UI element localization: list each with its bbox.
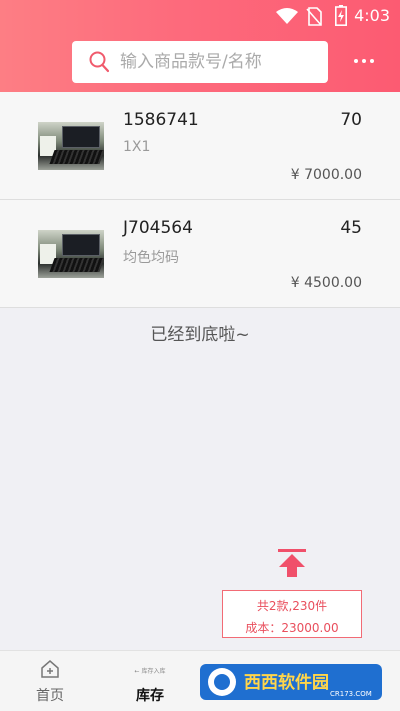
tab-inventory[interactable]: ← 库存入库 库存 — [100, 651, 200, 711]
inventory-summary-box: 共2款,230件 成本：23000.00 — [222, 590, 362, 638]
more-options-icon[interactable] — [350, 56, 378, 66]
product-price: ¥ 4500.00 — [290, 275, 362, 291]
status-time: 4:03 — [354, 6, 390, 25]
search-input[interactable] — [120, 50, 320, 74]
list-item[interactable]: 1586741 70 1X1 ¥ 7000.00 — [0, 92, 400, 200]
product-code: J704564 — [123, 218, 193, 238]
summary-count: 共2款,230件 — [256, 599, 328, 613]
no-sim-icon — [306, 7, 322, 30]
summary-cost: 成本：23000.00 — [245, 621, 339, 635]
home-icon — [40, 659, 60, 683]
tab-home-label: 首页 — [36, 688, 64, 704]
end-of-list-text: 已经到底啦~ — [150, 325, 250, 345]
tab-inventory-hint: ← 库存入库 — [134, 668, 166, 675]
battery-charging-icon — [335, 5, 347, 30]
product-thumbnail — [38, 230, 104, 278]
header-bar: 4:03 — [0, 0, 400, 92]
list-item[interactable]: J704564 45 均色均码 ¥ 4500.00 — [0, 200, 400, 308]
product-price: ¥ 7000.00 — [290, 167, 362, 183]
site-watermark-logo: 西西软件园 CR173.COM — [200, 660, 382, 704]
search-icon — [89, 51, 110, 77]
status-bar: 4:03 — [0, 0, 400, 32]
scroll-to-top-icon[interactable] — [277, 548, 307, 578]
product-quantity: 45 — [340, 218, 362, 238]
product-list: 1586741 70 1X1 ¥ 7000.00 J704564 45 均色均码… — [0, 92, 400, 308]
product-thumbnail — [38, 122, 104, 170]
product-code: 1586741 — [123, 110, 199, 130]
svg-text:CR173.COM: CR173.COM — [330, 690, 372, 698]
tab-inventory-label: 库存 — [136, 688, 164, 704]
wifi-icon — [276, 8, 298, 29]
search-box[interactable] — [72, 41, 328, 83]
svg-text:西西软件园: 西西软件园 — [244, 672, 329, 693]
product-quantity: 70 — [340, 110, 362, 130]
product-spec: 均色均码 — [123, 250, 179, 266]
product-spec: 1X1 — [123, 139, 151, 155]
tab-home[interactable]: 首页 — [0, 651, 100, 711]
